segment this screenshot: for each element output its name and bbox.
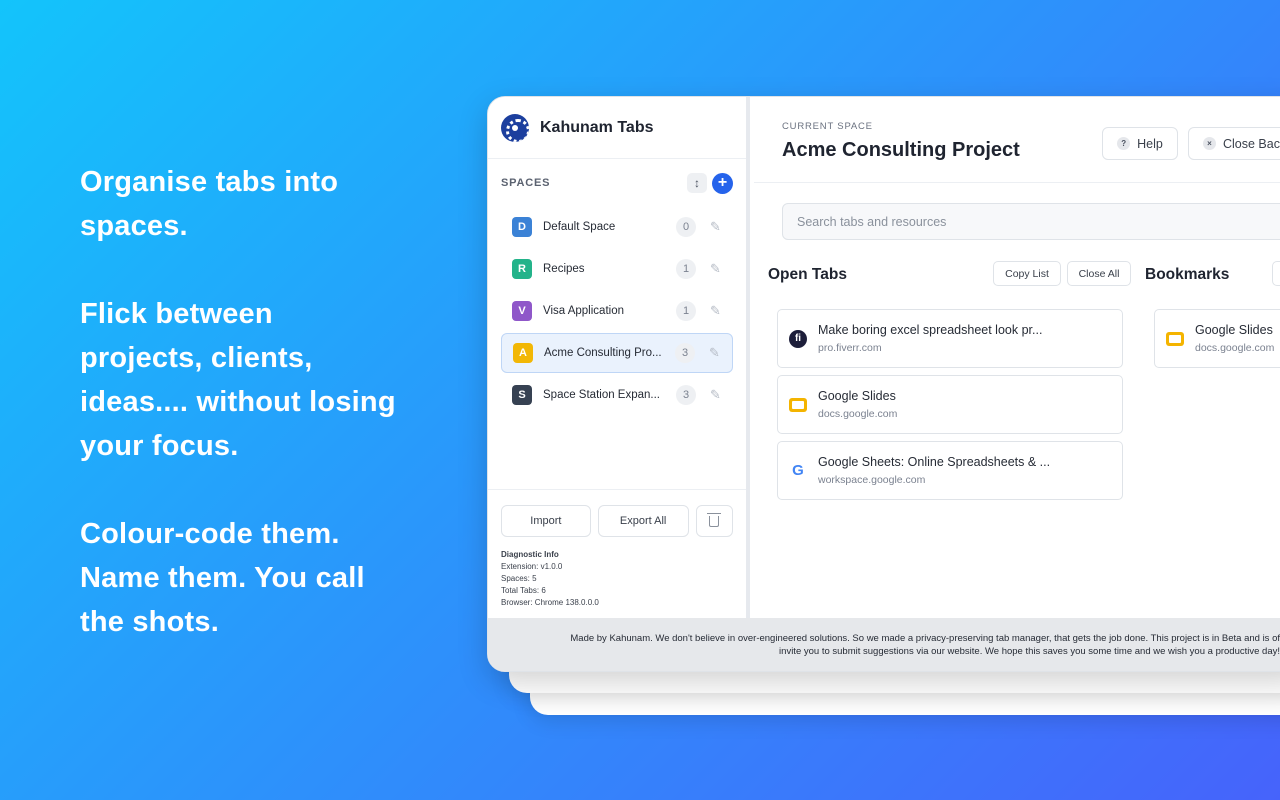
edit-pencil-icon[interactable]: ✎ [709, 345, 721, 361]
close-label: Close Bac [1223, 136, 1280, 151]
diagnostic-browser: Browser: Chrome 138.0.0.0 [501, 598, 599, 607]
tab-url: pro.fiverr.com [818, 342, 882, 354]
space-list: D Default Space 0 ✎ R Recipes 1 ✎ V Visa… [488, 207, 746, 415]
edit-pencil-icon[interactable]: ✎ [710, 261, 722, 277]
help-label: Help [1137, 136, 1163, 151]
space-color-badge: A [513, 343, 533, 363]
promo-paragraph-1: Organise tabs into spaces. [80, 166, 339, 242]
delete-button[interactable] [695, 505, 734, 537]
open-tab-card[interactable]: Google Slides docs.google.com [777, 375, 1123, 434]
tab-title: Make boring excel spreadsheet look pr... [818, 323, 1043, 337]
space-item-space-station[interactable]: S Space Station Expan... 3 ✎ [501, 375, 733, 415]
tab-title: Google Slides [818, 389, 896, 403]
main-panel: CURRENT SPACE Acme Consulting Project ? … [754, 97, 1280, 618]
tab-text: Make boring excel spreadsheet look pr...… [818, 323, 1042, 354]
bookmark-url: docs.google.com [1195, 342, 1275, 354]
spaces-label: SPACES [501, 177, 551, 189]
bookmarks-title: Bookmarks [1145, 266, 1230, 283]
sidebar: Kahunam Tabs SPACES ↕ + D Default Space … [488, 97, 750, 618]
space-item-acme-consulting[interactable]: A Acme Consulting Pro... 3 ✎ [501, 333, 733, 373]
space-tab-count: 3 [676, 385, 696, 405]
sidebar-actions: Import Export All [501, 505, 734, 537]
promo-paragraph-2: Flick between projects, clients, ideas..… [80, 298, 396, 462]
diagnostic-total-tabs: Total Tabs: 6 [501, 586, 546, 595]
space-name: Visa Application [543, 305, 624, 317]
space-tab-count: 1 [676, 301, 696, 321]
tab-url: docs.google.com [818, 408, 898, 420]
google-icon: G [792, 462, 804, 479]
tab-url: workspace.google.com [818, 474, 926, 486]
main-header: CURRENT SPACE Acme Consulting Project ? … [754, 97, 1280, 183]
diagnostic-info: Diagnostic Info Extension: v1.0.0 Spaces… [501, 549, 733, 609]
bookmarks-action-button[interactable] [1272, 261, 1280, 286]
tab-text: Google Slides docs.google.com [818, 389, 897, 420]
spaces-header: SPACES ↕ + [488, 159, 746, 207]
promo-paragraph-3: Colour-code them. Name them. You call th… [80, 518, 365, 638]
footer-line-2: invite you to submit suggestions via our… [779, 646, 1280, 657]
google-slides-icon [789, 397, 807, 412]
diagnostic-extension: Extension: v1.0.0 [501, 562, 563, 571]
search-input[interactable] [782, 203, 1280, 240]
space-color-badge: V [512, 301, 532, 321]
space-name: Default Space [543, 221, 616, 233]
app-window: Kahunam Tabs SPACES ↕ + D Default Space … [487, 96, 1280, 672]
close-all-button[interactable]: Close All [1067, 261, 1131, 286]
reorder-spaces-button[interactable]: ↕ [687, 173, 707, 193]
open-tabs-title: Open Tabs [768, 266, 847, 283]
bookmark-title: Google Slides [1195, 323, 1273, 337]
copy-list-button[interactable]: Copy List [993, 261, 1061, 286]
space-name: Space Station Expan... [543, 389, 660, 401]
edit-pencil-icon[interactable]: ✎ [710, 219, 722, 235]
space-tab-count: 0 [676, 217, 696, 237]
space-item-visa-application[interactable]: V Visa Application 1 ✎ [501, 291, 733, 331]
tab-text: Google Slides docs.google.com [1195, 323, 1274, 354]
brand-header: Kahunam Tabs [488, 97, 746, 159]
fiverr-icon: fi [789, 329, 807, 348]
space-item-recipes[interactable]: R Recipes 1 ✎ [501, 249, 733, 289]
space-color-badge: S [512, 385, 532, 405]
question-icon: ? [1117, 137, 1131, 150]
tab-text: Google Sheets: Online Spreadsheets & ...… [818, 455, 1050, 486]
help-button[interactable]: ? Help [1102, 127, 1178, 160]
promo-text: Organise tabs into spaces. Flick between… [80, 160, 400, 688]
google-slides-icon [1166, 331, 1184, 346]
add-space-button[interactable]: + [712, 172, 733, 194]
trash-icon [707, 512, 722, 527]
diagnostic-spaces: Spaces: 5 [501, 574, 537, 583]
open-tab-card[interactable]: G Google Sheets: Online Spreadsheets & .… [777, 441, 1123, 500]
diagnostic-title: Diagnostic Info [501, 550, 559, 559]
space-name: Recipes [543, 263, 585, 275]
kahunam-logo-icon [501, 113, 529, 142]
close-icon: × [1203, 137, 1216, 150]
sidebar-footer: Import Export All Diagnostic Info Extens… [488, 489, 746, 618]
close-background-button[interactable]: × Close Bac [1188, 127, 1280, 160]
space-color-badge: D [512, 217, 532, 237]
bookmark-card[interactable]: Google Slides docs.google.com [1154, 309, 1280, 368]
edit-pencil-icon[interactable]: ✎ [710, 303, 722, 319]
footer-line-1: Made by Kahunam. We don't believe in ove… [570, 633, 1280, 644]
edit-pencil-icon[interactable]: ✎ [710, 387, 722, 403]
tab-title: Google Sheets: Online Spreadsheets & ... [818, 455, 1051, 469]
footer-bar: Made by Kahunam. We don't believe in ove… [488, 618, 1280, 671]
space-color-badge: R [512, 259, 532, 279]
app-name: Kahunam Tabs [540, 118, 654, 136]
open-tab-card[interactable]: fi Make boring excel spreadsheet look pr… [777, 309, 1123, 368]
import-button[interactable]: Import [501, 505, 591, 537]
space-tab-count: 1 [676, 259, 696, 279]
space-item-default[interactable]: D Default Space 0 ✎ [501, 207, 733, 247]
export-all-button[interactable]: Export All [597, 505, 689, 537]
space-name: Acme Consulting Pro... [544, 347, 662, 359]
space-tab-count: 3 [675, 343, 695, 363]
